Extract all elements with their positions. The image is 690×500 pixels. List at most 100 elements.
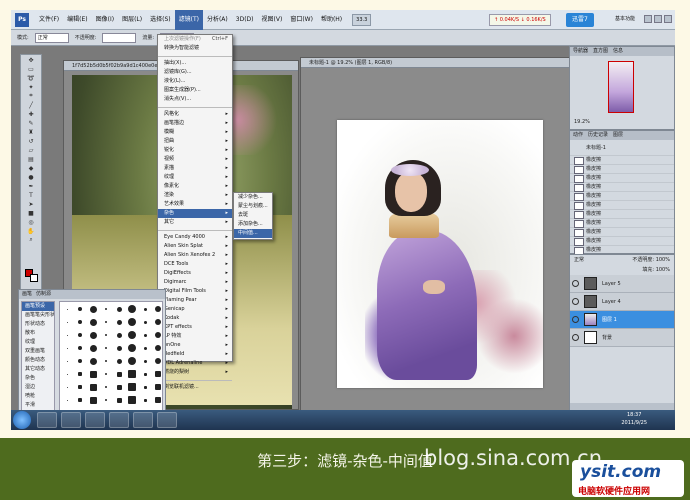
filter-menu-item-10[interactable]: 扭曲 ▸ xyxy=(158,137,232,146)
clone-stamp-icon[interactable]: ♜ xyxy=(22,128,40,136)
history-snapshot[interactable]: 未标题-1 xyxy=(570,140,674,156)
brush-preset[interactable] xyxy=(152,316,164,328)
menu-help[interactable]: 帮助(H) xyxy=(317,10,346,30)
explorer-taskbar-icon[interactable] xyxy=(61,412,81,428)
brush-setting-item[interactable]: 湿边 xyxy=(22,383,54,392)
brush-setting-item[interactable]: 平滑 xyxy=(22,401,54,410)
brush-preset[interactable] xyxy=(61,394,73,406)
blur-tool-icon[interactable]: ◆ xyxy=(22,164,40,172)
filter-menu-item-14[interactable]: 纹理 ▸ xyxy=(158,173,232,182)
brush-preset[interactable] xyxy=(139,316,151,328)
brush-preset[interactable] xyxy=(139,342,151,354)
filter-menu-item-5[interactable]: 图案生成器(P)... xyxy=(158,86,232,95)
filter-menu-item-13[interactable]: 素描 ▸ xyxy=(158,164,232,173)
layer-row[interactable]: 图层 1 xyxy=(570,311,674,329)
brush-setting-item[interactable]: 画笔预设 xyxy=(22,302,54,311)
filter-menu-item-25[interactable]: Digimarc ▸ xyxy=(158,278,232,287)
brush-preset[interactable] xyxy=(100,329,112,341)
tab-clone-source[interactable]: 仿制源 xyxy=(36,290,51,299)
filter-menu-item-30[interactable]: KPT effects ▸ xyxy=(158,323,232,332)
filter-menu-item-15[interactable]: 像素化 ▸ xyxy=(158,182,232,191)
document-tab-untitled[interactable]: 未标题-1 @ 19.2% (图层 1, RGB/8) xyxy=(301,58,569,68)
document-window-untitled[interactable]: 未标题-1 @ 19.2% (图层 1, RGB/8) xyxy=(300,57,570,415)
brush-preset[interactable] xyxy=(126,368,138,380)
menu-select[interactable]: 选择(S) xyxy=(146,10,175,30)
brush-preset[interactable] xyxy=(152,303,164,315)
history-brush-icon[interactable]: ↺ xyxy=(22,137,40,145)
layer-row[interactable]: 背景 xyxy=(570,329,674,347)
filter-menu-item-20[interactable]: Eye Candy 4000 ▸ xyxy=(158,233,232,242)
tab-layers-alt[interactable]: 图层 xyxy=(613,131,623,140)
filter-menu-item-23[interactable]: DCE Tools ▸ xyxy=(158,260,232,269)
brush-preset[interactable] xyxy=(139,303,151,315)
brush-preset[interactable] xyxy=(87,329,99,341)
filter-menu-item-29[interactable]: Kodak ▸ xyxy=(158,314,232,323)
filter-menu-item-18[interactable]: 杂色 ▸ xyxy=(158,209,232,218)
brush-preset[interactable] xyxy=(126,342,138,354)
composite-canvas[interactable] xyxy=(337,120,543,388)
xunlei-brand-button[interactable]: 迅雷7 xyxy=(566,13,594,27)
navigator-thumbnail[interactable] xyxy=(608,61,634,113)
filter-menu-item-7[interactable]: 风格化 ▸ xyxy=(158,110,232,119)
filter-menu-item-0[interactable]: 上次滤镜操作(F) Ctrl+F xyxy=(158,35,232,44)
history-state[interactable]: 橡皮擦 xyxy=(570,192,674,201)
filter-menu-item-33[interactable]: Redfield ▸ xyxy=(158,350,232,359)
brush-preset[interactable] xyxy=(139,394,151,406)
brush-preset[interactable] xyxy=(61,355,73,367)
filter-menu-item-8[interactable]: 画笔描边 ▸ xyxy=(158,119,232,128)
blend-mode-select[interactable]: 正常 xyxy=(574,255,584,265)
filter-menu-item-1[interactable]: 转换为智能滤镜 xyxy=(158,44,232,53)
brush-preset[interactable] xyxy=(152,355,164,367)
brush-preset[interactable] xyxy=(126,329,138,341)
menu-view[interactable]: 视图(V) xyxy=(258,10,287,30)
minimize-icon[interactable] xyxy=(644,15,652,23)
filter-menu-item-9[interactable]: 模糊 ▸ xyxy=(158,128,232,137)
menu-3d[interactable]: 3D(D) xyxy=(232,10,258,30)
history-state[interactable]: 橡皮擦 xyxy=(570,201,674,210)
filter-menu-item-31[interactable]: LP 特效 ▸ xyxy=(158,332,232,341)
marquee-tool-icon[interactable]: ▭ xyxy=(22,65,40,73)
filter-menu-item-3[interactable]: 滤镜库(G)... xyxy=(158,68,232,77)
brush-preset[interactable] xyxy=(139,368,151,380)
brush-preset[interactable] xyxy=(126,355,138,367)
brush-setting-item[interactable]: 散布 xyxy=(22,329,54,338)
brush-preset[interactable] xyxy=(100,316,112,328)
brush-preset[interactable] xyxy=(100,368,112,380)
brush-setting-item[interactable]: 形状动态 xyxy=(22,320,54,329)
media-taskbar-icon[interactable] xyxy=(85,412,105,428)
start-button-icon[interactable] xyxy=(13,411,31,429)
brush-tool-icon[interactable]: ✎ xyxy=(22,119,40,127)
brush-preset[interactable] xyxy=(152,342,164,354)
brush-preset[interactable] xyxy=(152,394,164,406)
photoshop-logo-icon[interactable]: Ps xyxy=(15,12,29,27)
history-state[interactable]: 橡皮擦 xyxy=(570,228,674,237)
filter-menu-item-26[interactable]: Digital Film Tools ▸ xyxy=(158,287,232,296)
history-state[interactable]: 橡皮擦 xyxy=(570,156,674,165)
hand-tool-icon[interactable]: ✋ xyxy=(22,227,40,235)
tab-info[interactable]: 信息 xyxy=(613,47,623,56)
shape-tool-icon[interactable]: ■ xyxy=(22,209,40,217)
visibility-eye-icon[interactable] xyxy=(572,298,579,305)
menu-window[interactable]: 窗口(W) xyxy=(286,10,317,30)
filter-menu-item-19[interactable]: 其它 ▸ xyxy=(158,218,232,227)
menu-edit[interactable]: 编辑(E) xyxy=(63,10,91,30)
3d-rotate-icon[interactable]: ◎ xyxy=(22,218,40,226)
filter-menu-item-12[interactable]: 视频 ▸ xyxy=(158,155,232,164)
visibility-eye-icon[interactable] xyxy=(572,316,579,323)
filter-menu-item-27[interactable]: Flaming Pear ▸ xyxy=(158,296,232,305)
layer-row[interactable]: Layer 4 xyxy=(570,293,674,311)
layer-opacity[interactable]: 不透明度: 100% xyxy=(632,255,670,265)
brush-setting-item[interactable]: 颜色动态 xyxy=(22,356,54,365)
brush-preset[interactable] xyxy=(87,381,99,393)
brush-preset[interactable] xyxy=(74,329,86,341)
tab-brush[interactable]: 画笔 xyxy=(22,290,32,299)
opacity-field[interactable] xyxy=(102,32,137,43)
brush-preset[interactable] xyxy=(113,394,125,406)
brush-preset[interactable] xyxy=(74,394,86,406)
navigator-zoom[interactable]: 19.2% xyxy=(574,119,590,125)
brush-preset[interactable] xyxy=(87,316,99,328)
filter-menu-item-35[interactable]: 燃烧的梨树 ▸ xyxy=(158,368,232,377)
workspace-switcher[interactable]: 基本功能 xyxy=(615,15,635,22)
filter-menu-item-21[interactable]: Alien Skin Splat ▸ xyxy=(158,242,232,251)
dodge-tool-icon[interactable]: ● xyxy=(22,173,40,181)
